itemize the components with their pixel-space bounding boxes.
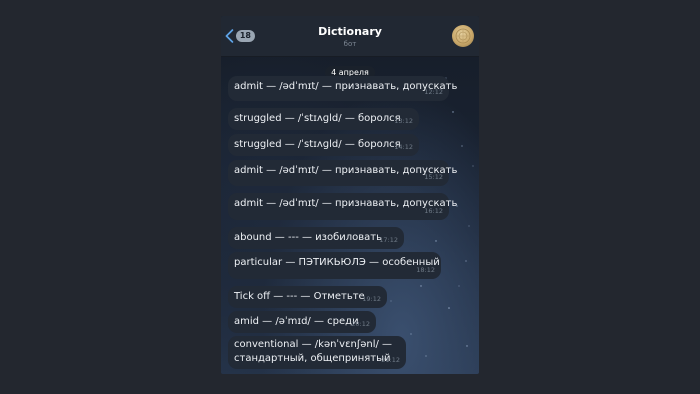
message-bubble[interactable]: abound — --- — изобиловать 17:12 (228, 227, 404, 249)
chat-title[interactable]: Dictionary (221, 25, 479, 38)
message-bubble[interactable]: conventional — /kənˈvɛnʃənl/ — стандартн… (228, 336, 406, 369)
chat-window: 18 Dictionary бот 4 апреля admit — /ədˈm… (221, 16, 479, 374)
message-time: 18:12 (416, 266, 435, 274)
message-time: 16:12 (424, 207, 443, 215)
message-time: 12:12 (424, 88, 443, 96)
message-text-line-2: стандартный, общепринятый (234, 353, 391, 364)
chat-header: 18 Dictionary бот (221, 16, 479, 57)
message-bubble[interactable]: particular — ПЭТИКЬЮЛЭ — особенный 18:12 (228, 252, 441, 279)
message-time: 15:12 (424, 173, 443, 181)
message-text: Tick off — --- — Отметьте (234, 291, 365, 302)
message-bubble[interactable]: struggled — /ˈstɪʌɡld/ — боролся 13:12 (228, 108, 419, 130)
chat-subtitle: бот (343, 40, 357, 48)
message-time: 21:12 (381, 356, 400, 364)
message-time: 17:12 (379, 236, 398, 244)
message-time: 19:12 (362, 295, 381, 303)
message-text: abound — --- — изобиловать (234, 232, 383, 243)
message-text: struggled — /ˈstɪʌɡld/ — боролся (234, 113, 401, 124)
message-bubble[interactable]: struggled — /ˈstɪʌɡld/ — боролся 14:12 (228, 134, 419, 156)
message-bubble[interactable]: admit — /ədˈmɪt/ — признавать, допускать… (228, 76, 457, 101)
message-bubble[interactable]: admit — /ədˈmɪt/ — признавать, допускать… (228, 160, 457, 186)
message-time: 13:12 (394, 117, 413, 125)
message-text: particular — ПЭТИКЬЮЛЭ — особенный (234, 257, 440, 268)
avatar-pattern-icon (455, 28, 471, 44)
message-bubble[interactable]: admit — /ədˈmɪt/ — признавать, допускать… (228, 193, 457, 220)
message-bubble[interactable]: Tick off — --- — Отметьте 19:12 (228, 286, 387, 308)
message-text: struggled — /ˈstɪʌɡld/ — боролся (234, 139, 401, 150)
message-time: 20:12 (351, 320, 370, 328)
message-text-line-1: conventional — /kənˈvɛnʃənl/ — (234, 339, 393, 350)
message-text: amid — /əˈmɪd/ — среди (234, 316, 359, 327)
message-bubble[interactable]: amid — /əˈmɪd/ — среди 20:12 (228, 311, 376, 333)
message-time: 14:12 (394, 143, 413, 151)
bot-avatar[interactable] (452, 25, 474, 47)
